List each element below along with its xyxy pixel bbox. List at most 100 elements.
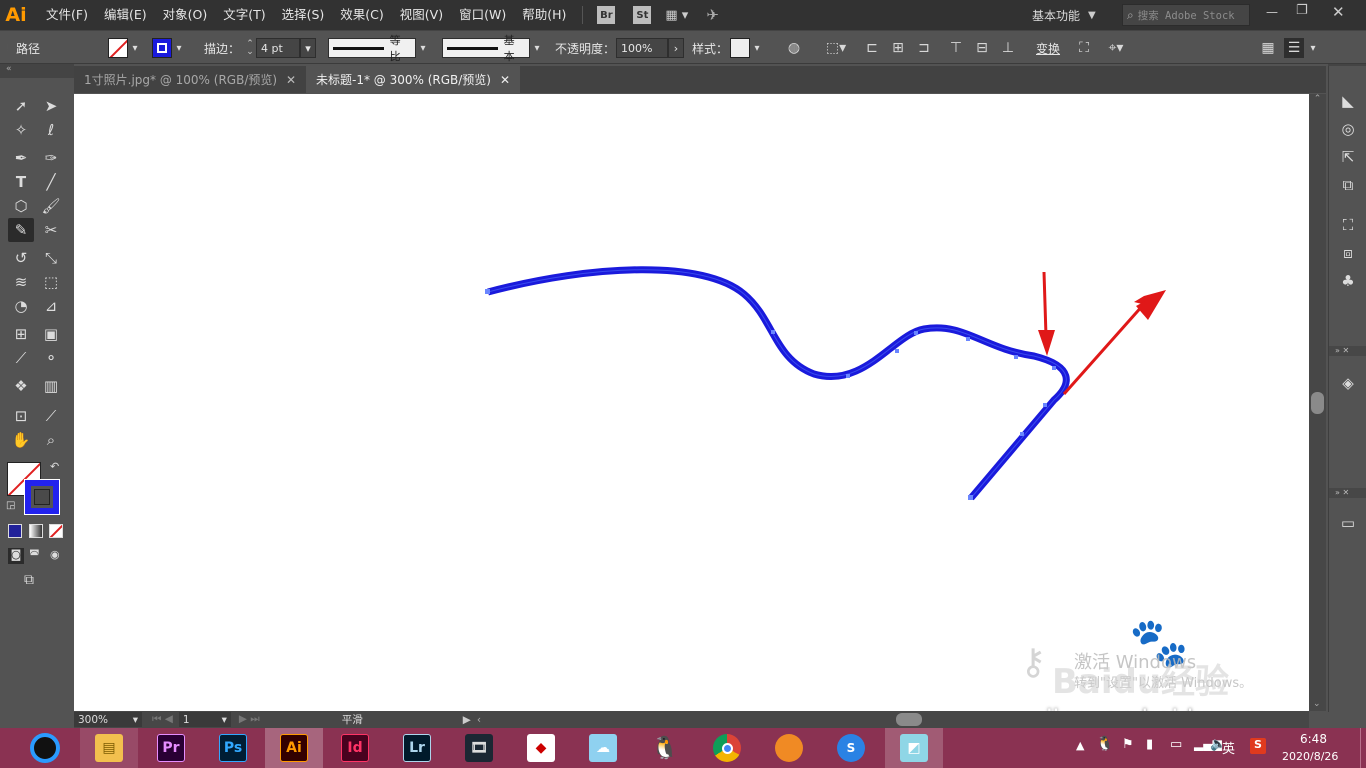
artboard-icon[interactable]: ⊡ (8, 404, 34, 428)
direct-selection-icon[interactable]: ➤ (38, 94, 64, 118)
menu-edit[interactable]: 编辑(E) (96, 0, 155, 30)
stock-button[interactable]: St (633, 6, 652, 24)
chevron-down-icon[interactable]: ▼ (1088, 10, 1096, 21)
pathfinder-icon[interactable]: ⧉ (1337, 174, 1359, 196)
scale-icon[interactable]: ⤡ (38, 246, 64, 270)
shaper-icon[interactable]: ✎ (8, 218, 34, 242)
color-guide-icon[interactable]: ◣ (1337, 90, 1359, 112)
tray-expand-icon[interactable]: ▲ (1076, 739, 1084, 752)
panel-group-header-2[interactable]: » ✕ (1329, 488, 1366, 498)
stroke-label[interactable]: 描边： (204, 31, 240, 65)
artboard-number-field[interactable]: 1 ▾ (178, 712, 231, 727)
zoom-icon[interactable]: ⌕ (38, 428, 64, 452)
scissors-icon[interactable]: ✂ (38, 218, 64, 242)
menu-help[interactable]: 帮助(H) (514, 0, 574, 30)
stroke-swatch[interactable] (152, 38, 172, 58)
input-language[interactable]: 英 (1222, 738, 1235, 757)
free-transform-icon[interactable]: ⬚ (38, 270, 64, 294)
warp-icon[interactable]: ≋ (8, 270, 34, 294)
taskbar-premiere[interactable]: Pr (142, 728, 200, 768)
horizontal-scroll-left-icon[interactable]: ‹ (477, 714, 481, 726)
taskbar-qq[interactable]: 🐧 (636, 728, 694, 768)
draw-inside-icon[interactable]: ◉ (50, 548, 60, 561)
opacity-input[interactable]: 100% (616, 38, 668, 58)
tab-photo[interactable]: 1寸照片.jpg* @ 100% (RGB/预览) ✕ (74, 66, 306, 93)
arrange-documents-icon[interactable]: ▦ ▾ (665, 8, 688, 23)
scroll-down-icon[interactable]: ⌄ (1313, 699, 1321, 709)
align-panel-icon[interactable]: ⧈ (1337, 242, 1359, 264)
tray-flag-icon[interactable]: ⚑ (1122, 737, 1134, 752)
battery-icon[interactable]: ▮ (1146, 737, 1153, 752)
clock-time[interactable]: 6:48 (1300, 732, 1327, 746)
transform-button[interactable]: 变换 (1036, 31, 1060, 65)
gpu-performance-icon[interactable]: ✈ (706, 6, 719, 24)
curvature-icon[interactable]: ✑ (38, 146, 64, 170)
taskbar-photoshop[interactable]: Ps (204, 728, 262, 768)
taskbar-sogou-search[interactable]: S (822, 728, 880, 768)
menu-object[interactable]: 对象(O) (155, 0, 216, 30)
perspective-grid-icon[interactable]: ⊿ (38, 294, 64, 318)
left-collapse-strip[interactable]: « (0, 64, 74, 78)
menu-window[interactable]: 窗口(W) (451, 0, 514, 30)
selection-icon[interactable]: ➚ (8, 94, 34, 118)
taskbar-app-cloud[interactable]: ☁ (574, 728, 632, 768)
bridge-button[interactable]: Br (597, 6, 616, 24)
menu-select[interactable]: 选择(S) (274, 0, 333, 30)
shape-builder-icon[interactable]: ◔ (8, 294, 34, 318)
mesh-icon[interactable]: ⊞ (8, 322, 34, 346)
clock-date[interactable]: 2020/8/26 (1282, 750, 1338, 763)
magic-wand-icon[interactable]: ✧ (8, 118, 34, 142)
stroke-weight-input[interactable]: 4 pt (256, 38, 300, 58)
menu-effect[interactable]: 效果(C) (332, 0, 391, 30)
puppet-warp-icon[interactable]: ⌖▾ (1106, 38, 1126, 58)
sogou-ime-icon[interactable]: S (1250, 738, 1266, 754)
brush-definition[interactable]: 基本 (442, 34, 530, 63)
taskbar-illustrator[interactable]: Ai (265, 728, 323, 768)
symbols-icon[interactable]: ♣ (1337, 270, 1359, 292)
panel-menu-chevron-icon[interactable]: ▾ (1306, 38, 1320, 58)
align-center-icon[interactable]: ⊞ (888, 38, 908, 58)
taskbar-explorer[interactable]: ▤ (80, 728, 138, 768)
screen-mode-icon[interactable]: ⧉ (24, 572, 34, 588)
close-button[interactable]: ✕ (1332, 3, 1345, 21)
stroke-dropdown-icon[interactable]: ▾ (172, 38, 186, 58)
variable-width-profile[interactable]: 等比 (328, 34, 416, 63)
taskbar-browser-orange[interactable] (760, 728, 818, 768)
align-middle-icon[interactable]: ⊟ (972, 38, 992, 58)
appearance-icon[interactable]: ◎ (1337, 118, 1359, 140)
document-setup-icon[interactable]: ▦ (1258, 38, 1278, 58)
lasso-icon[interactable]: ℓ (38, 118, 64, 142)
menu-view[interactable]: 视图(V) (392, 0, 451, 30)
align-bottom-icon[interactable]: ⊥ (998, 38, 1018, 58)
graph-icon[interactable]: ▥ (38, 374, 64, 398)
draw-normal-icon[interactable]: ◙ (8, 548, 24, 564)
scroll-thumb[interactable] (1311, 392, 1324, 414)
eyedropper-icon[interactable]: ⟋ (8, 346, 34, 370)
symbol-sprayer-icon[interactable]: ❖ (8, 374, 34, 398)
gradient-panel-icon[interactable]: ▭ (1337, 512, 1359, 534)
align-to-icon[interactable]: ⬚▾ (826, 38, 846, 58)
artboard-nav-last-icon[interactable]: ▶ ⏭ (239, 713, 260, 726)
taskbar-chrome[interactable] (698, 728, 756, 768)
fill-swatch[interactable] (108, 38, 128, 58)
slice-icon[interactable]: ⟋ (38, 404, 64, 428)
close-icon[interactable]: ✕ (286, 73, 296, 87)
panel-menu-icon[interactable]: ☰ (1284, 38, 1304, 58)
draw-behind-icon[interactable]: ◚ (29, 548, 40, 561)
workspace-switcher[interactable]: 基本功能 (1032, 7, 1080, 24)
gradient-mode-icon[interactable] (29, 524, 43, 538)
show-desktop-button[interactable] (1360, 728, 1366, 768)
transform-panel-icon[interactable]: ⛶ (1337, 214, 1359, 236)
brush-dropdown-icon[interactable]: ▾ (530, 38, 544, 58)
close-icon[interactable]: ✕ (500, 73, 510, 87)
type-icon[interactable]: T (8, 170, 34, 194)
search-stock-field[interactable]: ⌕ 搜索 Adobe Stock (1122, 4, 1250, 26)
stroke-indicator[interactable] (24, 479, 60, 515)
recolor-icon[interactable]: ◍ (784, 38, 804, 58)
minimize-button[interactable]: — (1266, 5, 1278, 19)
restore-button[interactable]: ❐ (1296, 3, 1308, 18)
zoom-field[interactable]: 300% ▾ (74, 712, 142, 727)
start-button[interactable] (16, 728, 74, 768)
opacity-label[interactable]: 不透明度： (555, 31, 615, 65)
graphic-style-swatch[interactable] (730, 38, 750, 58)
